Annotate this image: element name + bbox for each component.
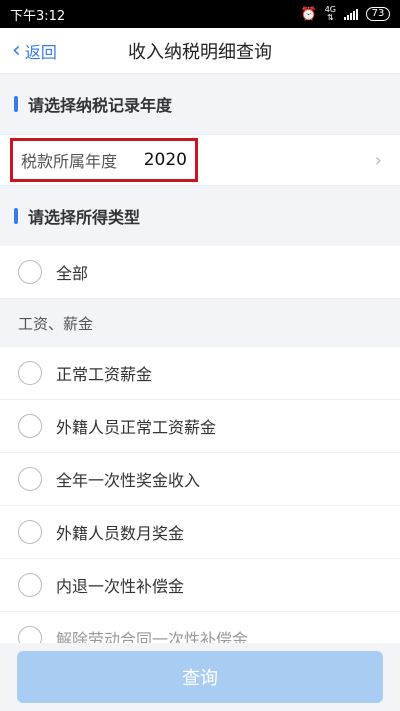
network-type: 4G ⇅ (324, 5, 336, 22)
radio-button[interactable] (18, 520, 42, 544)
radio-button[interactable] (18, 260, 42, 284)
chevron-left-icon: ‹ (12, 38, 21, 63)
option-label: 外籍人员数月奖金 (56, 524, 185, 543)
query-button[interactable]: 查询 (17, 651, 383, 703)
battery-level: 73 (371, 8, 385, 19)
year-section-header: 请选择纳税记录年度 (0, 74, 400, 134)
page-title: 收入纳税明细查询 (128, 41, 272, 63)
year-section-title: 请选择纳税记录年度 (28, 96, 173, 115)
tax-year-highlight: 税款所属年度 2020 (10, 138, 198, 182)
option-label: 解除劳动合同一次性补偿金 (56, 630, 249, 643)
option-foreign-regular-salary[interactable]: 外籍人员正常工资薪金 (0, 400, 400, 453)
option-label: 外籍人员正常工资薪金 (56, 418, 217, 437)
battery-icon: 73 (366, 7, 390, 21)
option-termination-compensation[interactable]: 解除劳动合同一次性补偿金 (0, 612, 400, 643)
option-annual-bonus[interactable]: 全年一次性奖金收入 (0, 453, 400, 506)
type-section-title: 请选择所得类型 (28, 208, 141, 227)
radio-button[interactable] (18, 414, 42, 438)
option-all[interactable]: 全部 (0, 246, 400, 299)
tax-year-label: 税款所属年度 (21, 152, 118, 171)
option-label: 全年一次性奖金收入 (56, 471, 201, 490)
main-content: 请选择纳税记录年度 税款所属年度 2020 › 请选择所得类型 全部 工资、薪金… (0, 74, 400, 643)
radio-button[interactable] (18, 573, 42, 597)
tax-year-value: 2020 (143, 150, 187, 170)
alarm-icon: ⏰ (300, 6, 317, 22)
signal-icon (344, 8, 358, 20)
section-accent-bar (14, 208, 18, 224)
status-icons: ⏰ 4G ⇅ 73 (301, 6, 390, 22)
back-label: 返回 (24, 43, 57, 62)
option-early-retirement-compensation[interactable]: 内退一次性补偿金 (0, 559, 400, 612)
type-section-header: 请选择所得类型 (0, 186, 400, 246)
chevron-right-icon: › (374, 149, 382, 171)
radio-button[interactable] (18, 626, 42, 643)
back-button[interactable]: ‹ 返回 (12, 28, 57, 74)
radio-button[interactable] (18, 467, 42, 491)
option-label: 正常工资薪金 (56, 365, 153, 384)
option-regular-salary[interactable]: 正常工资薪金 (0, 347, 400, 400)
section-accent-bar (14, 96, 18, 112)
tax-year-selector[interactable]: 税款所属年度 2020 › (0, 134, 400, 186)
group-label-salary: 工资、薪金 (0, 299, 400, 347)
radio-button[interactable] (18, 361, 42, 385)
option-foreign-monthly-bonus[interactable]: 外籍人员数月奖金 (0, 506, 400, 559)
network-label: 4G (324, 5, 336, 14)
bottom-action-area: 查询 (0, 643, 400, 711)
nav-bar: ‹ 返回 收入纳税明细查询 (0, 28, 400, 74)
status-bar: 下午3:12 ⏰ 4G ⇅ 73 (0, 0, 400, 28)
status-time: 下午3:12 (10, 8, 66, 24)
option-label: 内退一次性补偿金 (56, 577, 185, 596)
option-label: 全部 (56, 264, 89, 283)
